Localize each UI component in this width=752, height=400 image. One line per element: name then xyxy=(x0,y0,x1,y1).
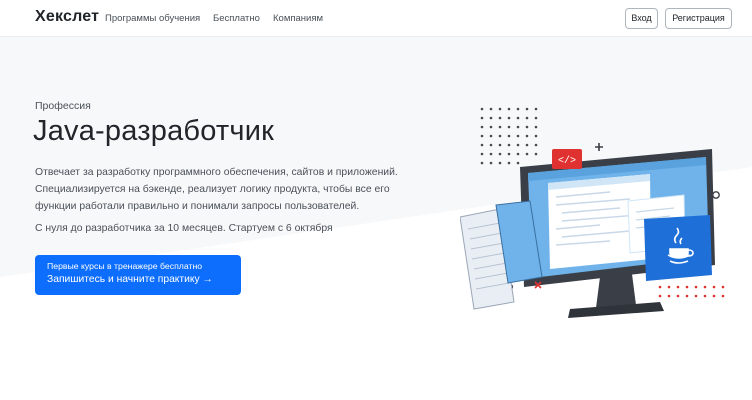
course-schedule: С нуля до разработчика за 10 месяцев. Ст… xyxy=(35,223,333,234)
logo[interactable]: Хекслет xyxy=(35,8,99,26)
description-line: Отвечает за разработку программного обес… xyxy=(35,167,398,178)
login-button[interactable]: Вход xyxy=(625,8,658,29)
hero-section: Профессия Java-разработчик Отвечает за р… xyxy=(0,37,752,400)
java-developer-illustration: </> xyxy=(460,107,725,318)
cta-label: Запишитесь и начните практику → xyxy=(47,274,213,285)
java-card xyxy=(644,215,712,281)
dot-grid-red xyxy=(658,285,725,298)
nav-free[interactable]: Бесплатно xyxy=(213,13,260,24)
nav-companies[interactable]: Компаниям xyxy=(273,13,323,24)
description-line: Специализируется на бэкенде, реализует л… xyxy=(35,184,390,195)
signup-cta-button[interactable]: Первые курсы в тренажере бесплатно Запиш… xyxy=(35,255,241,295)
code-badge-label: </> xyxy=(558,155,576,167)
cta-subtitle: Первые курсы в тренажере бесплатно xyxy=(47,261,203,271)
plus-mark xyxy=(595,143,603,151)
profession-description: Отвечает за разработку программного обес… xyxy=(35,164,435,215)
site-header: Хекслет Программы обучения Бесплатно Ком… xyxy=(0,0,752,37)
dot-grid-dark xyxy=(480,107,538,165)
nav-programs[interactable]: Программы обучения xyxy=(105,13,200,24)
profession-label: Профессия xyxy=(35,100,91,112)
register-button[interactable]: Регистрация xyxy=(665,8,732,29)
description-line: функции работали правильно и понимали за… xyxy=(35,201,360,212)
monitor-stand xyxy=(596,274,636,308)
page-title: Java-разработчик xyxy=(33,115,274,147)
